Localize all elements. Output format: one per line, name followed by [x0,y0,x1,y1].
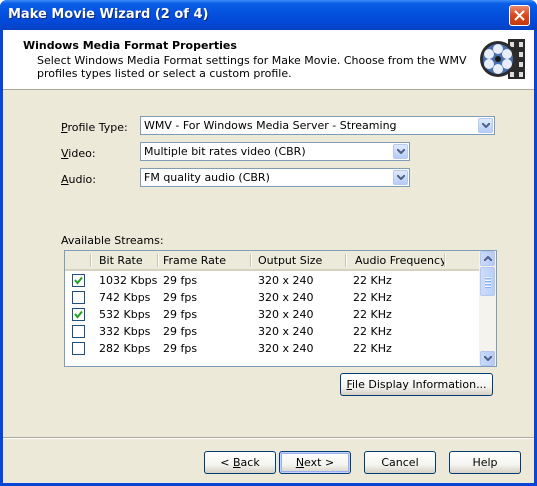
footer-divider [3,437,534,439]
column-separator[interactable] [444,254,446,267]
back-button[interactable]: < Back [204,451,276,474]
cell-output-size: 320 x 240 [258,274,314,287]
column-separator[interactable] [345,254,347,267]
stream-checkbox[interactable] [72,291,85,304]
close-icon [514,10,525,21]
column-separator[interactable] [157,254,159,267]
chevron-up-icon [484,256,492,261]
stream-checkbox[interactable] [72,274,85,287]
cell-bit-rate: 282 Kbps [99,342,151,355]
cell-frame-rate: 29 fps [163,325,198,338]
film-reel-icon [480,39,525,79]
scroll-down-button[interactable] [480,351,495,366]
cell-output-size: 320 x 240 [258,342,314,355]
window-title: Make Movie Wizard (2 of 4) [8,7,209,22]
stream-checkbox[interactable] [72,325,85,338]
cell-frame-rate: 29 fps [163,342,198,355]
stream-checkbox[interactable] [72,308,85,321]
scrollbar-thumb[interactable] [480,267,495,296]
cell-frame-rate: 29 fps [163,291,198,304]
column-separator[interactable] [90,254,92,267]
cell-output-size: 320 x 240 [258,291,314,304]
header-description: Select Windows Media Format settings for… [37,54,467,80]
table-row[interactable]: 282 Kbps 29 fps 320 x 240 22 KHz [65,340,480,357]
chevron-down-icon [484,356,492,361]
profile-type-label: Profile Type: [61,121,128,134]
cell-bit-rate: 1032 Kbps [99,274,158,287]
listview-header: Bit Rate Frame Rate Output Size Audio Fr… [65,251,480,271]
column-separator[interactable] [250,254,252,267]
table-row[interactable]: 532 Kbps 29 fps 320 x 240 22 KHz [65,306,480,323]
vertical-scrollbar[interactable] [479,251,496,366]
column-header-audio-frequency[interactable]: Audio Frequency [355,254,447,267]
chevron-down-icon[interactable] [478,118,493,133]
title-bar[interactable]: Make Movie Wizard (2 of 4) [0,0,537,30]
cell-bit-rate: 532 Kbps [99,308,151,321]
cell-bit-rate: 332 Kbps [99,325,151,338]
audio-value: FM quality audio (CBR) [144,171,270,184]
available-streams-label: Available Streams: [61,234,164,247]
wizard-window: Make Movie Wizard (2 of 4) Windows Media… [0,0,537,486]
table-row[interactable]: 742 Kbps 29 fps 320 x 240 22 KHz [65,289,480,306]
cell-output-size: 320 x 240 [258,308,314,321]
video-label: Video: [61,147,96,160]
column-header-bit-rate[interactable]: Bit Rate [99,254,143,267]
audio-label: Audio: [61,173,96,186]
table-row[interactable]: 1032 Kbps 29 fps 320 x 240 22 KHz [65,272,480,289]
header-title: Windows Media Format Properties [23,39,237,52]
help-button[interactable]: Help [449,451,521,474]
streams-listview[interactable]: Bit Rate Frame Rate Output Size Audio Fr… [64,250,497,367]
cell-audio-frequency: 22 KHz [353,291,392,304]
cell-bit-rate: 742 Kbps [99,291,151,304]
chevron-down-icon[interactable] [393,170,408,185]
cell-audio-frequency: 22 KHz [353,325,392,338]
checkmark-icon [74,276,83,285]
column-header-output-size[interactable]: Output Size [258,254,322,267]
cell-frame-rate: 29 fps [163,308,198,321]
table-row[interactable]: 332 Kbps 29 fps 320 x 240 22 KHz [65,323,480,340]
video-dropdown[interactable]: Multiple bit rates video (CBR) [140,142,410,161]
close-button[interactable] [509,5,530,26]
dialog-client-area: Windows Media Format Properties Select W… [3,30,534,483]
wizard-header: Windows Media Format Properties Select W… [3,30,534,90]
audio-dropdown[interactable]: FM quality audio (CBR) [140,168,410,187]
cancel-button[interactable]: Cancel [364,451,436,474]
cell-audio-frequency: 22 KHz [353,342,392,355]
video-value: Multiple bit rates video (CBR) [144,145,306,158]
column-header-frame-rate[interactable]: Frame Rate [163,254,226,267]
cell-output-size: 320 x 240 [258,325,314,338]
chevron-down-icon[interactable] [393,144,408,159]
stream-checkbox[interactable] [72,342,85,355]
profile-type-value: WMV - For Windows Media Server - Streami… [144,119,397,132]
cell-frame-rate: 29 fps [163,274,198,287]
checkmark-icon [74,310,83,319]
cell-audio-frequency: 22 KHz [353,274,392,287]
next-button[interactable]: Next > [279,451,351,474]
cell-audio-frequency: 22 KHz [353,308,392,321]
file-display-information-button[interactable]: File Display Information... [340,373,493,396]
scroll-up-button[interactable] [480,251,495,266]
profile-type-dropdown[interactable]: WMV - For Windows Media Server - Streami… [140,116,495,135]
